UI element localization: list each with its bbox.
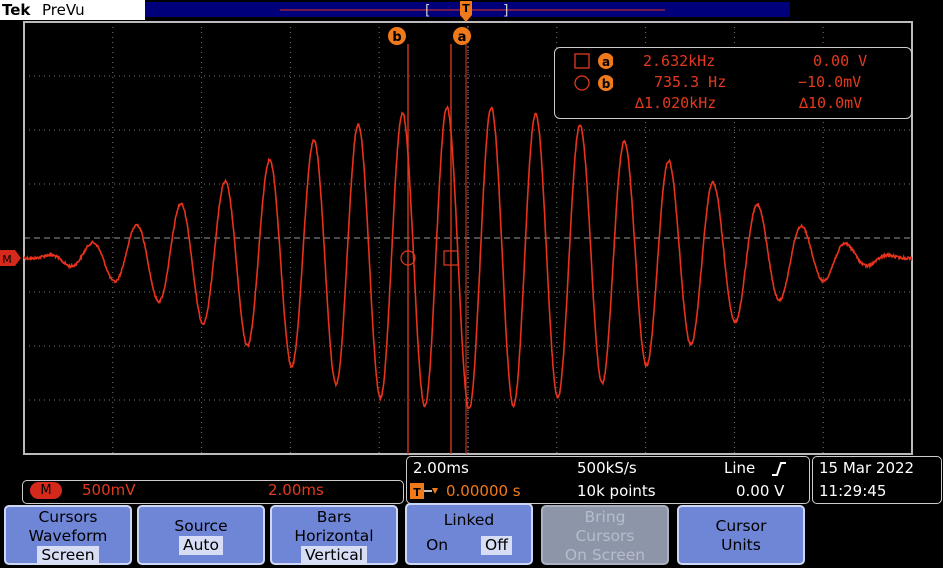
cursors-type-option-screen: Screen	[37, 546, 99, 565]
linked-title: Linked	[443, 511, 495, 529]
time: 11:29:45	[819, 482, 887, 500]
bring-cursors-line3: On Screen	[564, 546, 646, 564]
svg-text:a: a	[602, 55, 610, 69]
svg-text:T: T	[413, 486, 421, 499]
source-value: Auto	[179, 536, 223, 555]
trigger-level: 0.00 V	[736, 482, 785, 500]
cursor-a-voltage: 0.00 V	[813, 52, 868, 70]
cursor-a-square-icon	[574, 53, 590, 69]
cursor-units-line2: Units	[721, 536, 761, 554]
trigger-position-icon[interactable]: T	[460, 1, 472, 22]
trigger-offset: 0.00000 s	[446, 482, 521, 500]
delta-voltage: ∆10.0mV	[799, 94, 863, 112]
bars-button[interactable]: Bars Horizontal Vertical	[270, 505, 398, 565]
channel-ground-letter: M	[2, 253, 12, 266]
channel-time-per-div: 2.00ms	[268, 481, 324, 499]
svg-text:b: b	[602, 77, 611, 91]
cursor-b-label-icon[interactable]: b	[388, 27, 406, 45]
cursor-a-label-icon[interactable]: a	[453, 27, 471, 45]
linked-off-option: Off	[481, 536, 512, 555]
cursor-b-circle-icon	[574, 75, 590, 91]
cursor-a-frequency: 2.632kHz	[643, 52, 716, 70]
cursor-b-frequency: 735.3 Hz	[654, 73, 727, 91]
cursor-units-line1: Cursor	[715, 517, 767, 535]
rising-edge-icon	[772, 462, 786, 476]
channel-status-box[interactable]	[22, 480, 404, 504]
bring-cursors-line2: Cursors	[575, 527, 635, 545]
cursors-type-button[interactable]: Cursors Waveform Screen	[4, 505, 132, 565]
bring-cursors-on-screen-button[interactable]: Bring Cursors On Screen	[541, 505, 669, 565]
bring-cursors-line1: Bring	[584, 508, 626, 526]
cursor-readout-icons: a b	[574, 53, 613, 91]
trigger-position-letter: T	[462, 2, 470, 15]
delta-frequency: ∆1.020kHz	[635, 94, 717, 112]
cursor-units-button[interactable]: Cursor Units	[677, 505, 805, 565]
record-length: 10k points	[577, 482, 656, 500]
cursor-a-letter: a	[458, 30, 467, 45]
cursor-b-voltage: −10.0mV	[798, 73, 862, 91]
bars-option-horizontal: Horizontal	[294, 527, 374, 545]
volts-per-div: 500mV	[82, 481, 136, 499]
source-button[interactable]: Source Auto	[137, 505, 265, 565]
timebase: 2.00ms	[413, 459, 469, 477]
date: 15 Mar 2022	[819, 459, 915, 477]
channel-ground-marker-icon[interactable]: M	[0, 250, 21, 266]
source-title: Source	[174, 517, 228, 535]
trigger-offset-icon: T	[410, 483, 438, 499]
sample-rate: 500kS/s	[577, 459, 637, 477]
linked-on-option: On	[426, 536, 449, 554]
channel-badge[interactable]: M	[30, 482, 62, 499]
cursors-type-title: Cursors	[38, 508, 98, 526]
cursors-type-option-waveform: Waveform	[28, 527, 108, 545]
trigger-type: Line	[724, 459, 756, 477]
linked-button[interactable]: Linked On Off	[405, 503, 533, 565]
cursor-readout-panel: a b 2.632kHz 0.00 V 735.3 Hz −10.0mV ∆1.…	[554, 47, 912, 119]
cursor-b-letter: b	[392, 30, 401, 45]
bars-title: Bars	[316, 508, 352, 526]
bars-option-vertical: Vertical	[300, 546, 368, 565]
